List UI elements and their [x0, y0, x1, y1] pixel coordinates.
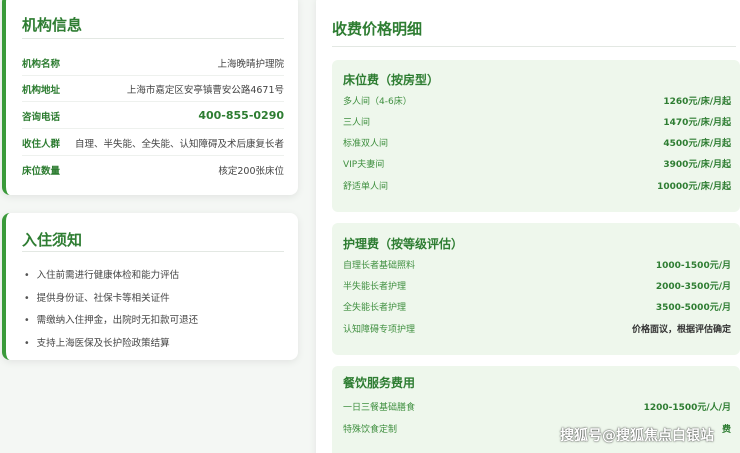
item-name: 标准双人间 — [343, 139, 389, 149]
bed-fee-section: 床位费（按房型） 多人间（4-6床） 1260元/床/月起 三人间 1470元/… — [332, 60, 740, 212]
price-row: VIP夫妻间 3900元/床/月起 — [343, 153, 731, 174]
info-label: 床位数量 — [22, 166, 61, 177]
info-value: 核定200张床位 — [218, 166, 284, 177]
info-value: 上海晚晴护理院 — [217, 58, 284, 70]
item-price: 1260元/床/月起 — [663, 97, 731, 107]
item-name: 特殊饮食定制 — [343, 425, 398, 435]
item-name: VIP夫妻间 — [343, 160, 385, 170]
info-row-phone: 咨询电话 400-855-0290 — [22, 103, 284, 129]
item-price: 1200-1500元/人/月 — [643, 403, 731, 413]
item-name: 认知障碍专项护理 — [343, 325, 416, 335]
info-row-residents: 收住人群 自理、半失能、全失能、认知障碍及术后康复长者 — [22, 130, 284, 156]
admission-notice-card: 入住须知 入住前需进行健康体检和能力评估 提供身份证、社保卡等相关证件 需缴纳入… — [2, 213, 298, 360]
price-row: 自理长者基础照料 1000-1500元/月 — [343, 254, 731, 275]
price-row: 半失能长者护理 2000-3500元/月 — [343, 275, 731, 296]
info-card-title: 机构信息 — [22, 16, 83, 34]
item-name: 半失能长者护理 — [343, 282, 407, 292]
item-name: 一日三餐基础膳食 — [343, 403, 416, 413]
phone-number[interactable]: 400-855-0290 — [198, 109, 284, 122]
item-price: 10000元/床/月起 — [657, 182, 731, 192]
info-value: 上海市嘉定区安亭镇曹安公路4671号 — [126, 84, 284, 96]
item-name: 自理长者基础照料 — [343, 261, 416, 271]
info-row-name: 机构名称 上海晚晴护理院 — [22, 50, 284, 76]
price-row: 舒适单人间 10000元/床/月起 — [343, 175, 731, 196]
info-row-beds: 床位数量 核定200张床位 — [22, 157, 284, 183]
item-price: 价格面议，根据评估确定 — [631, 325, 731, 335]
list-item: 支持上海医保及长护险政策结算 — [24, 333, 198, 356]
info-row-address: 机构地址 上海市嘉定区安亭镇曹安公路4671号 — [22, 76, 284, 102]
price-row: 标准双人间 4500元/床/月起 — [343, 132, 731, 153]
price-row: 三人间 1470元/床/月起 — [343, 111, 731, 132]
item-price: 1470元/床/月起 — [663, 118, 731, 128]
list-item: 提供身份证、社保卡等相关证件 — [24, 288, 198, 311]
notice-list: 入住前需进行健康体检和能力评估 提供身份证、社保卡等相关证件 需缴纳入住押金，出… — [24, 265, 199, 356]
info-value: 自理、半失能、全失能、认知障碍及术后康复长者 — [74, 138, 284, 150]
watermark: 搜狐号@搜狐焦点白银站 — [560, 428, 714, 444]
notice-card-title: 入住须知 — [22, 231, 83, 249]
item-price: 费 — [721, 425, 731, 435]
title-divider — [22, 38, 284, 39]
section-title: 护理费（按等级评估） — [343, 237, 464, 251]
item-name: 全失能长者护理 — [343, 303, 407, 313]
item-price: 1000-1500元/月 — [655, 261, 731, 271]
item-price: 3500-5000元/月 — [655, 303, 731, 313]
price-row: 认知障碍专项护理 价格面议，根据评估确定 — [343, 318, 731, 339]
info-label: 收住人群 — [22, 138, 61, 150]
price-row: 多人间（4-6床） 1260元/床/月起 — [343, 90, 731, 111]
info-label: 机构名称 — [22, 58, 61, 70]
section-title: 餐饮服务费用 — [343, 376, 416, 390]
price-row: 一日三餐基础膳食 1200-1500元/人/月 — [343, 396, 731, 417]
info-label: 机构地址 — [22, 84, 61, 96]
price-row: 全失能长者护理 3500-5000元/月 — [343, 296, 731, 317]
nursing-fee-section: 护理费（按等级评估） 自理长者基础照料 1000-1500元/月 半失能长者护理… — [332, 223, 740, 355]
institution-info-card: 机构信息 机构名称 上海晚晴护理院 机构地址 上海市嘉定区安亭镇曹安公路4671… — [2, 0, 298, 195]
item-name: 多人间（4-6床） — [343, 97, 412, 107]
price-card-title: 收费价格明细 — [332, 20, 423, 38]
section-title: 床位费（按房型） — [343, 73, 440, 87]
item-name: 三人间 — [343, 118, 371, 128]
info-label: 咨询电话 — [22, 111, 61, 123]
item-price: 4500元/床/月起 — [663, 139, 731, 149]
item-name: 舒适单人间 — [343, 182, 389, 192]
list-item: 入住前需进行健康体检和能力评估 — [24, 265, 198, 288]
price-details-card: 收费价格明细 床位费（按房型） 多人间（4-6床） 1260元/床/月起 三人间… — [316, 0, 740, 453]
title-divider — [332, 46, 736, 47]
list-item: 需缴纳入住押金，出院时无扣款可退还 — [24, 310, 199, 333]
title-divider — [22, 251, 284, 252]
item-price: 2000-3500元/月 — [655, 282, 731, 292]
item-price: 3900元/床/月起 — [663, 160, 731, 170]
